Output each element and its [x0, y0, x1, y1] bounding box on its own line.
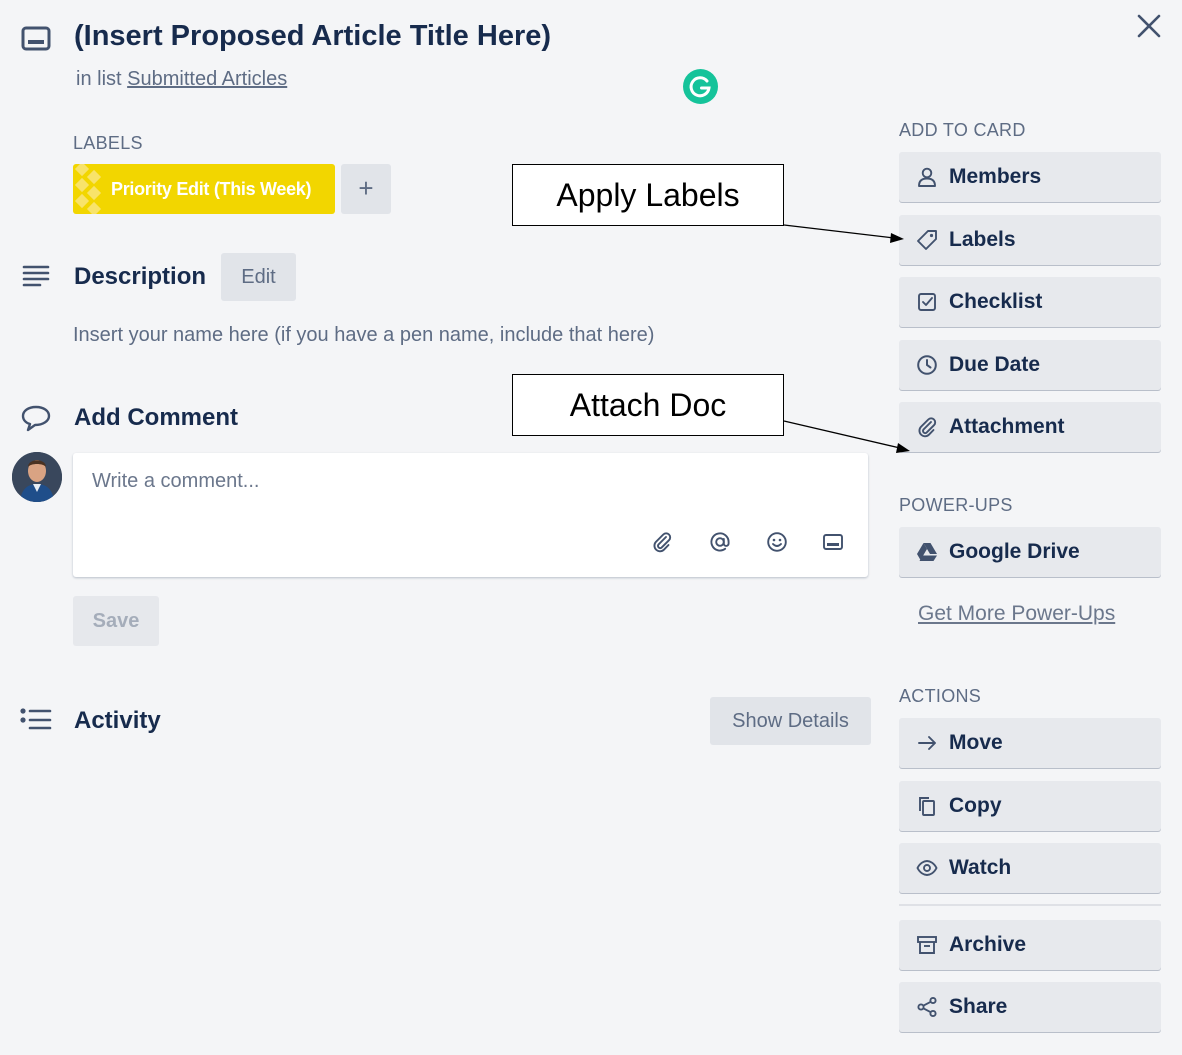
close-icon[interactable] — [1131, 8, 1167, 44]
labels-label: Labels — [949, 228, 1016, 251]
share-button[interactable]: Share — [899, 982, 1161, 1032]
avatar[interactable] — [12, 452, 62, 502]
label-pattern-icon — [74, 164, 102, 214]
emoji-icon[interactable] — [766, 531, 788, 553]
mention-icon[interactable] — [709, 531, 731, 553]
description-icon — [22, 265, 50, 287]
list-breadcrumb: in list Submitted Articles — [76, 68, 287, 91]
google-drive-icon — [917, 543, 937, 561]
card-icon[interactable] — [822, 532, 844, 552]
due-date-label: Due Date — [949, 353, 1041, 376]
add-to-card-heading: ADD TO CARD — [899, 120, 1026, 140]
members-label: Members — [949, 165, 1042, 188]
members-button[interactable]: Members — [899, 152, 1161, 202]
due-date-button[interactable]: Due Date — [899, 340, 1161, 390]
card-title[interactable]: (Insert Proposed Article Title Here) — [74, 20, 551, 53]
apply-labels-arrow — [783, 224, 895, 239]
power-ups-heading: POWER-UPS — [899, 495, 1013, 515]
archive-button[interactable]: Archive — [899, 920, 1161, 970]
archive-icon — [917, 936, 937, 954]
description-text[interactable]: Insert your name here (if you have a pen… — [73, 324, 654, 347]
paperclip-icon — [918, 417, 937, 438]
actions-heading: ACTIONS — [899, 686, 982, 706]
share-label: Share — [949, 995, 1008, 1018]
copy-button[interactable]: Copy — [899, 781, 1161, 831]
share-icon — [917, 996, 937, 1018]
list-name-link[interactable]: Submitted Articles — [127, 68, 287, 90]
google-drive-button[interactable]: Google Drive — [899, 527, 1161, 577]
paperclip-icon[interactable] — [651, 531, 673, 553]
save-comment-button[interactable]: Save — [73, 596, 159, 646]
edit-description-button[interactable]: Edit — [221, 253, 296, 301]
label-text: Priority Edit (This Week) — [111, 179, 312, 199]
checklist-button[interactable]: Checklist — [899, 277, 1161, 327]
move-label: Move — [949, 731, 1003, 754]
labels-heading: LABELS — [73, 133, 143, 153]
activity-icon — [20, 708, 52, 730]
attachment-button[interactable]: Attachment — [899, 402, 1161, 452]
checkbox-icon — [918, 293, 936, 311]
comment-input[interactable] — [90, 469, 694, 494]
watch-button[interactable]: Watch — [899, 843, 1161, 893]
move-button[interactable]: Move — [899, 718, 1161, 768]
add-comment-heading: Add Comment — [74, 404, 238, 431]
comment-icon — [21, 405, 51, 432]
checklist-label: Checklist — [949, 290, 1043, 313]
attach-doc-arrow — [783, 420, 901, 449]
description-heading: Description — [74, 263, 207, 290]
labels-button[interactable]: Labels — [899, 215, 1161, 265]
label-priority-edit[interactable]: Priority Edit (This Week) — [73, 164, 335, 214]
actions-divider — [899, 904, 1161, 906]
google-drive-label: Google Drive — [949, 540, 1080, 563]
activity-heading: Activity — [74, 707, 161, 734]
tag-icon — [917, 230, 937, 250]
archive-label: Archive — [949, 933, 1027, 956]
copy-label: Copy — [949, 794, 1002, 817]
person-icon — [918, 167, 936, 187]
get-more-power-ups-link[interactable]: Get More Power-Ups — [918, 602, 1115, 626]
card-icon — [21, 26, 51, 51]
arrow-right-icon — [918, 736, 936, 750]
clock-icon — [917, 355, 937, 375]
comment-box — [73, 453, 868, 577]
in-list-prefix: in list — [76, 68, 122, 90]
add-label-button[interactable]: + — [341, 164, 391, 214]
eye-icon — [916, 860, 938, 876]
attachment-label: Attachment — [949, 415, 1065, 438]
grammarly-icon[interactable] — [683, 69, 718, 104]
copy-icon — [919, 797, 935, 816]
show-details-button[interactable]: Show Details — [710, 697, 871, 745]
watch-label: Watch — [949, 856, 1012, 879]
apply-labels-callout: Apply Labels — [512, 164, 784, 226]
attach-doc-callout: Attach Doc — [512, 374, 784, 436]
